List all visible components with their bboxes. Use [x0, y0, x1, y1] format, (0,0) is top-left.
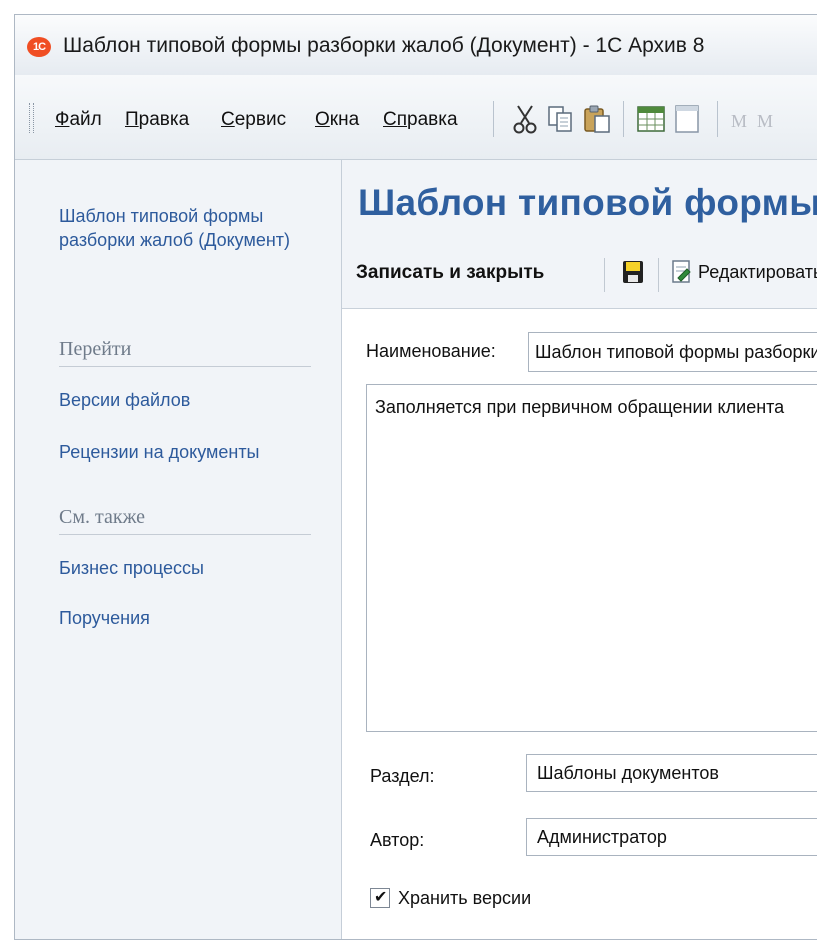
- keep-versions-label[interactable]: Хранить версии: [398, 888, 531, 909]
- edit-document-icon: [672, 260, 691, 283]
- menu-toolbar: Файл Правка Сервис Окна Справка M M: [15, 75, 817, 160]
- toolbar-grip[interactable]: [29, 103, 34, 133]
- section-label: Раздел:: [370, 766, 435, 786]
- menu-file[interactable]: Файл: [55, 109, 102, 131]
- sidebar-item-assignments[interactable]: Поручения: [59, 606, 150, 630]
- menu-edit[interactable]: Правка: [125, 109, 189, 131]
- menu-help[interactable]: Справка: [383, 109, 458, 131]
- spreadsheet-icon[interactable]: [635, 103, 667, 135]
- copy-icon[interactable]: [545, 103, 577, 135]
- text-document-icon[interactable]: [671, 103, 703, 135]
- command-separator: [658, 258, 659, 292]
- cut-icon[interactable]: [509, 103, 541, 135]
- toolbar-separator: [623, 101, 624, 137]
- sidebar-item-document-reviews[interactable]: Рецензии на документы: [59, 440, 260, 464]
- save-and-close-button[interactable]: Записать и закрыть: [356, 262, 544, 284]
- description-textarea[interactable]: Заполняется при первичном обращении клие…: [366, 384, 817, 732]
- name-input[interactable]: Шаблон типовой формы разборки жалоб: [528, 332, 817, 372]
- sidebar-item-file-versions[interactable]: Версии файлов: [59, 388, 190, 412]
- keep-versions-checkbox[interactable]: ✔: [370, 888, 390, 908]
- toolbar-separator: [717, 101, 718, 137]
- sidebar-goto-header: Перейти: [59, 338, 132, 360]
- author-field[interactable]: Администратор: [526, 818, 817, 856]
- sidebar-see-also-header: См. также: [59, 506, 146, 528]
- navigation-panel: Шаблон типовой формы разборки жалоб (Док…: [15, 160, 342, 939]
- edit-button-label: Редактировать: [698, 262, 817, 282]
- author-label: Автор:: [370, 830, 425, 850]
- menu-windows[interactable]: Окна: [315, 109, 359, 131]
- toolbar-disabled-button: M: [731, 111, 748, 131]
- sidebar-title-link[interactable]: Шаблон типовой формы разборки жалоб (Док…: [59, 204, 319, 252]
- form-header: Шаблон типовой формы разборки жалоб Запи…: [342, 160, 817, 309]
- name-label: Наименование:: [366, 341, 496, 361]
- toolbar-disabled-button: M: [757, 111, 774, 131]
- section-field[interactable]: Шаблоны документов: [526, 754, 817, 792]
- 1c-logo-icon: 1C: [27, 37, 51, 57]
- save-icon[interactable]: [622, 260, 644, 284]
- form-title: Шаблон типовой формы разборки жалоб: [358, 182, 817, 223]
- checkmark-icon: ✔: [374, 889, 388, 906]
- sidebar-item-business-processes[interactable]: Бизнес процессы: [59, 556, 204, 580]
- paste-icon[interactable]: [581, 103, 613, 135]
- menu-service[interactable]: Сервис: [221, 109, 286, 131]
- title-bar: 1C Шаблон типовой формы разборки жалоб (…: [15, 15, 817, 76]
- form-area: Шаблон типовой формы разборки жалоб Запи…: [342, 160, 817, 939]
- window-title: Шаблон типовой формы разборки жалоб (Док…: [63, 34, 705, 57]
- sidebar-divider: [59, 534, 311, 535]
- toolbar-separator: [493, 101, 494, 137]
- command-bar: Записать и закрыть Редактировать: [342, 248, 817, 300]
- command-separator: [604, 258, 605, 292]
- sidebar-divider: [59, 366, 311, 367]
- application-window: 1C Шаблон типовой формы разборки жалоб (…: [14, 14, 817, 940]
